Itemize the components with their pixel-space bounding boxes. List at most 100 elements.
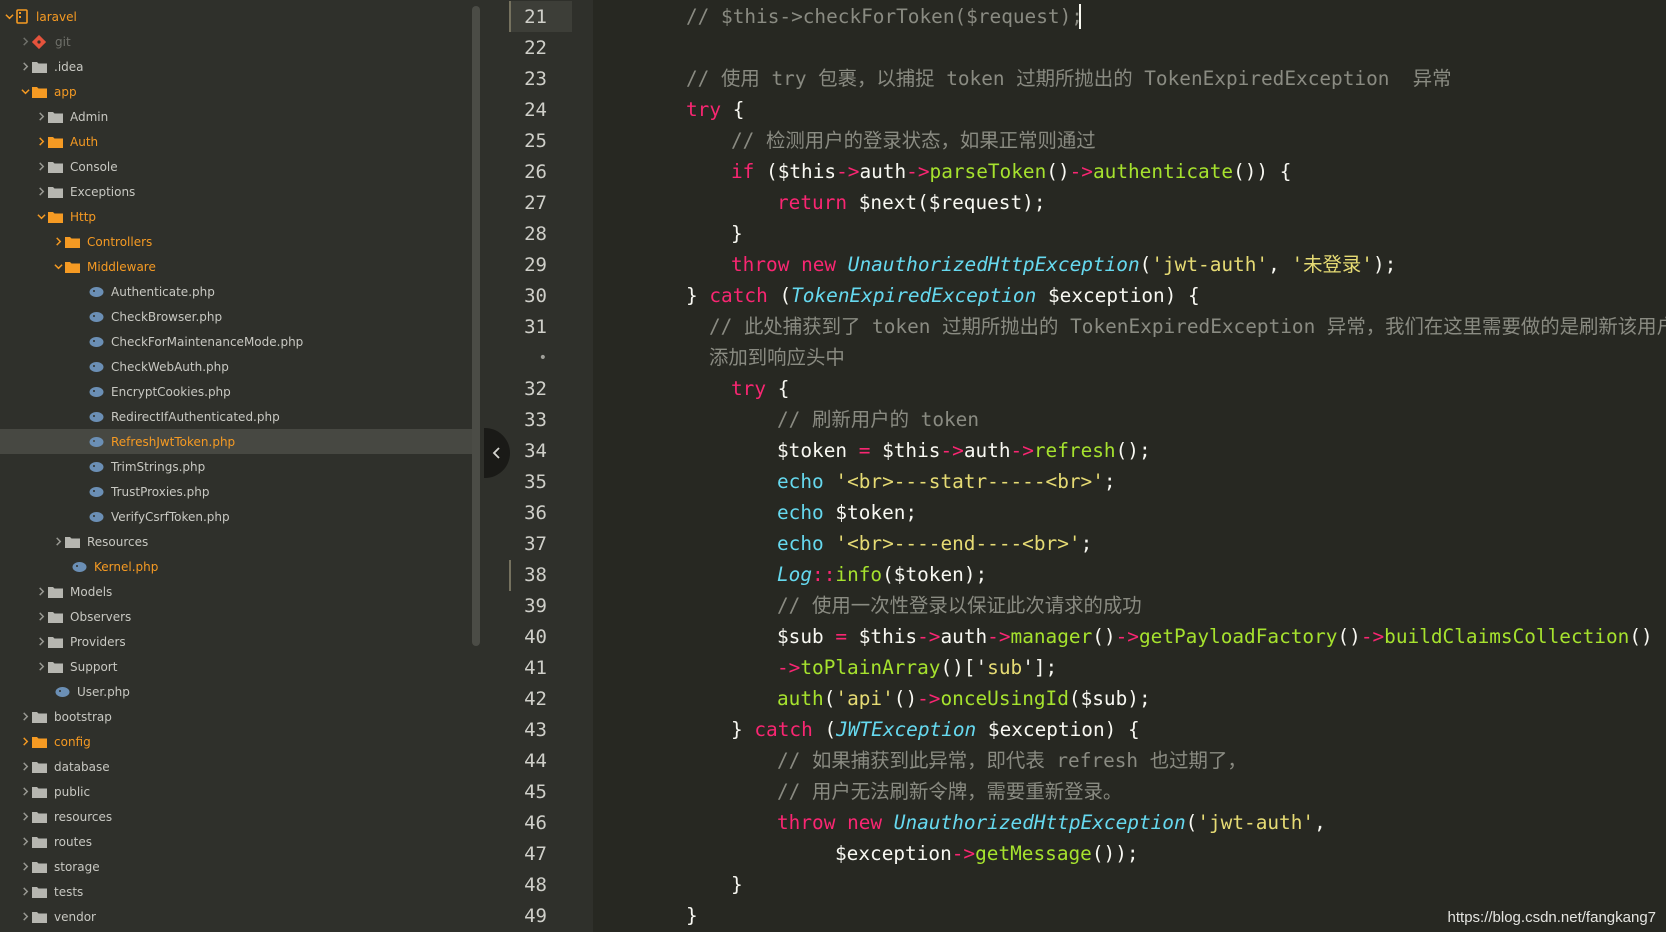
- chevron-right-icon: [18, 879, 32, 904]
- tree-file-verifycsrftoken[interactable]: VerifyCsrfToken.php: [0, 504, 472, 529]
- tree-folder-routes[interactable]: routes: [0, 829, 472, 854]
- tree-label: bootstrap: [54, 709, 112, 724]
- folder-icon: [32, 711, 47, 723]
- function-name: parseToken: [929, 160, 1047, 183]
- code-line-37: echo '<br>----end----<br>';: [777, 528, 1092, 559]
- code-text: {: [766, 377, 790, 400]
- code-comment: // 此处捕获到了 token 过期所抛出的 TokenExpiredExcep…: [709, 315, 1666, 338]
- tree-folder-providers[interactable]: Providers: [0, 629, 472, 654]
- folder-icon: [32, 786, 47, 798]
- tree-file-redirectifauthenticated[interactable]: RedirectIfAuthenticated.php: [0, 404, 472, 429]
- chevron-right-icon: [34, 579, 48, 604]
- tree-label: Support: [70, 659, 118, 674]
- line-number: 41: [524, 656, 547, 679]
- chevron-right-icon: [18, 779, 32, 804]
- tree-folder-bootstrap[interactable]: bootstrap: [0, 704, 472, 729]
- function-name: refresh: [1033, 439, 1116, 462]
- operator: ->: [906, 160, 930, 183]
- code-text: }: [686, 284, 698, 307]
- tree-folder-database[interactable]: database: [0, 754, 472, 779]
- line-number: 32: [524, 377, 547, 400]
- chevron-down-icon: [34, 204, 48, 229]
- code-text: auth: [963, 439, 1011, 462]
- tree-folder-exceptions[interactable]: Exceptions: [0, 179, 472, 204]
- folder-icon: [48, 111, 63, 123]
- code-text: {: [721, 98, 745, 121]
- keyword: new: [847, 811, 883, 834]
- tree-file-trimstrings[interactable]: TrimStrings.php: [0, 454, 472, 479]
- tree-file-kernel[interactable]: Kernel.php: [0, 554, 472, 579]
- operator: ->: [951, 842, 976, 865]
- code-text: $this: [882, 439, 941, 462]
- code-line-40: $sub = $this->auth->manager()->getPayloa…: [777, 621, 1653, 652]
- tree-folder-idea[interactable]: .idea: [0, 54, 472, 79]
- string-literal: '未登录': [1291, 253, 1373, 276]
- tree-folder-tests[interactable]: tests: [0, 879, 472, 904]
- code-editor[interactable]: // $this->checkForToken($request); // 使用…: [593, 0, 1666, 932]
- sidebar-scrollbar[interactable]: [472, 6, 480, 646]
- chevron-right-icon: [18, 754, 32, 779]
- keyword: throw: [731, 253, 790, 276]
- tree-label: Auth: [70, 134, 99, 149]
- tree-folder-models[interactable]: Models: [0, 579, 472, 604]
- tree-folder-middleware[interactable]: Middleware: [0, 254, 472, 279]
- tree-folder-http[interactable]: Http: [0, 204, 472, 229]
- tree-root-laravel[interactable]: laravel: [0, 4, 472, 29]
- tree-folder-controllers[interactable]: Controllers: [0, 229, 472, 254]
- tree-file-checkbrowser[interactable]: CheckBrowser.php: [0, 304, 472, 329]
- builtin: echo: [777, 501, 824, 524]
- tree-label: database: [54, 759, 110, 774]
- tree-folder-auth[interactable]: Auth: [0, 129, 472, 154]
- code-text: $this: [858, 625, 918, 648]
- operator: ->: [1069, 160, 1093, 183]
- folder-icon: [48, 586, 63, 598]
- tree-folder-resources-sub[interactable]: Resources: [0, 529, 472, 554]
- php-file-icon: [89, 311, 104, 323]
- tree-folder-config[interactable]: config: [0, 729, 472, 754]
- code-line-48: }: [731, 869, 743, 900]
- tree-label: VerifyCsrfToken.php: [111, 509, 230, 524]
- chevron-right-icon: [18, 29, 32, 54]
- chevron-right-icon: [34, 179, 48, 204]
- tree-label: Authenticate.php: [111, 284, 215, 299]
- tree-file-encryptcookies[interactable]: EncryptCookies.php: [0, 379, 472, 404]
- line-number: 27: [524, 191, 547, 214]
- code-text: (): [1092, 625, 1116, 648]
- tree-folder-storage[interactable]: storage: [0, 854, 472, 879]
- operator: ->: [1360, 625, 1385, 648]
- class-name: JWTException: [836, 718, 977, 741]
- tree-folder-admin[interactable]: Admin: [0, 104, 472, 129]
- tree-folder-resources[interactable]: resources: [0, 804, 472, 829]
- line-number: 44: [524, 749, 547, 772]
- tree-item-git[interactable]: git: [0, 29, 472, 54]
- tree-file-refreshjwttoken-selected[interactable]: RefreshJwtToken.php: [0, 429, 472, 454]
- builtin: echo: [777, 532, 824, 555]
- tree-folder-observers[interactable]: Observers: [0, 604, 472, 629]
- chevron-right-icon: [18, 829, 32, 854]
- tree-folder-app[interactable]: app: [0, 79, 472, 104]
- class-name: TokenExpiredException: [791, 284, 1037, 307]
- code-comment: // 用户无法刷新令牌，需要重新登录。: [777, 780, 1123, 803]
- code-text: (: [1185, 811, 1198, 834]
- code-text: $exception) {: [976, 718, 1140, 741]
- tree-folder-console[interactable]: Console: [0, 154, 472, 179]
- line-number: 42: [524, 687, 547, 710]
- tree-folder-public[interactable]: public: [0, 779, 472, 804]
- tree-file-trustproxies[interactable]: TrustProxies.php: [0, 479, 472, 504]
- tree-folder-support[interactable]: Support: [0, 654, 472, 679]
- code-line-31: // 此处捕获到了 token 过期所抛出的 TokenExpiredExcep…: [709, 311, 1666, 342]
- code-comment: // 如果捕获到此异常，即代表 refresh 也过期了，: [777, 749, 1247, 772]
- tree-folder-vendor[interactable]: vendor: [0, 904, 472, 929]
- code-line-32: try {: [731, 373, 789, 404]
- code-text: $sub: [777, 625, 824, 648]
- folder-icon: [65, 236, 80, 248]
- php-file-icon: [55, 686, 70, 698]
- keyword: try: [731, 377, 767, 400]
- tree-file-authenticate[interactable]: Authenticate.php: [0, 279, 472, 304]
- tree-label: app: [54, 84, 77, 99]
- tree-file-user[interactable]: User.php: [0, 679, 472, 704]
- tree-label: Kernel.php: [94, 559, 159, 574]
- code-text: auth: [859, 160, 907, 183]
- tree-file-checkwebauth[interactable]: CheckWebAuth.php: [0, 354, 472, 379]
- tree-file-checkformaintenancemode[interactable]: CheckForMaintenanceMode.php: [0, 329, 472, 354]
